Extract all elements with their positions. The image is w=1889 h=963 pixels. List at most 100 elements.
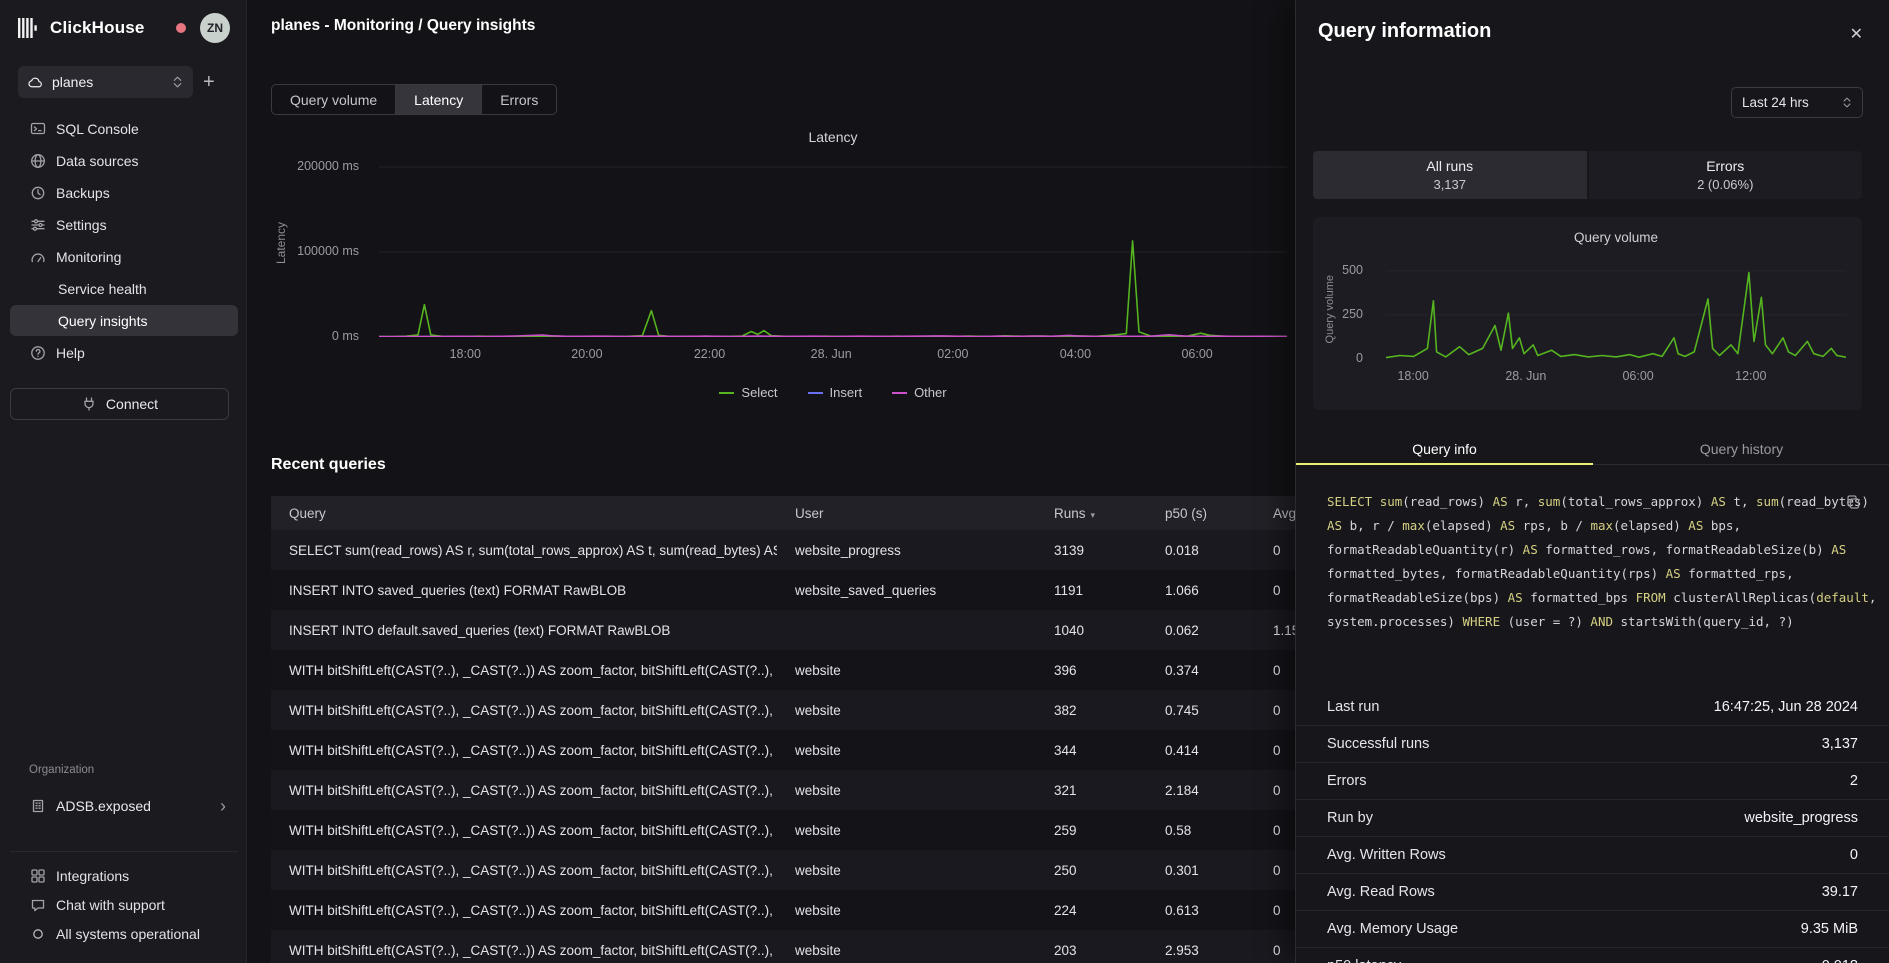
p50-cell: 0.062 xyxy=(1147,623,1255,638)
sidebar-item-service-health[interactable]: Service health xyxy=(10,273,238,304)
table-row[interactable]: WITH bitShiftLeft(CAST(?..), _CAST(?..))… xyxy=(271,770,1431,810)
x-tick: 06:00 xyxy=(1181,347,1212,361)
p50-cell: 0.301 xyxy=(1147,863,1255,878)
sort-desc-icon: ▾ xyxy=(1091,510,1096,520)
sidebar-item-system-status[interactable]: All systems operational xyxy=(10,919,238,948)
avatar[interactable]: ZN xyxy=(200,13,230,43)
sidebar-item-data-sources[interactable]: Data sources xyxy=(10,145,238,176)
table-row[interactable]: INSERT INTO saved_queries (text) FORMAT … xyxy=(271,570,1431,610)
table-row[interactable]: SELECT sum(read_rows) AS r, sum(total_ro… xyxy=(271,530,1431,570)
stat-toggle-group: All runs 3,137 Errors 2 (0.06%) xyxy=(1313,151,1862,199)
sidebar-item-sql-console[interactable]: SQL Console xyxy=(10,113,238,144)
tab-query-info[interactable]: Query info xyxy=(1296,434,1593,464)
latency-x-ticks: 18:0020:0022:0028. Jun02:0004:0006:00 xyxy=(379,347,1287,365)
query-cell: WITH bitShiftLeft(CAST(?..), _CAST(?..))… xyxy=(271,663,777,678)
query-volume-title: Query volume xyxy=(1386,230,1846,245)
sidebar-item-monitoring[interactable]: Monitoring xyxy=(10,241,238,272)
sidebar-item-integrations[interactable]: Integrations xyxy=(10,861,238,890)
copy-icon[interactable] xyxy=(1845,494,1861,510)
sidebar-footer: Integrations Chat with support All syste… xyxy=(10,861,238,948)
sql-line: AS b, r / max(elapsed) AS rps, b / max(e… xyxy=(1327,514,1857,538)
organization-name: ADSB.exposed xyxy=(56,798,151,814)
table-row[interactable]: WITH bitShiftLeft(CAST(?..), _CAST(?..))… xyxy=(271,810,1431,850)
sidebar-item-query-insights[interactable]: Query insights xyxy=(10,305,238,336)
time-range-select[interactable]: Last 24 hrs xyxy=(1731,87,1863,118)
tab-query-history[interactable]: Query history xyxy=(1593,434,1889,464)
detail-label: Avg. Memory Usage xyxy=(1327,921,1458,937)
organization-label: Organization xyxy=(29,764,94,776)
runs-cell: 382 xyxy=(1036,703,1147,718)
user-cell: website xyxy=(777,863,1036,878)
detail-row: p50 latency 0.018 xyxy=(1296,947,1889,963)
column-header-runs[interactable]: Runs▾ xyxy=(1036,506,1147,521)
table-row[interactable]: WITH bitShiftLeft(CAST(?..), _CAST(?..))… xyxy=(271,690,1431,730)
updown-chevrons-icon xyxy=(172,75,183,89)
tab-query-volume[interactable]: Query volume xyxy=(272,85,395,114)
detail-value: 9.35 MiB xyxy=(1801,921,1858,937)
p50-cell: 1.066 xyxy=(1147,583,1255,598)
sidebar-item-label: Chat with support xyxy=(56,897,165,913)
x-tick: 22:00 xyxy=(694,347,725,361)
runs-cell: 3139 xyxy=(1036,543,1147,558)
latency-y-ticks: 0 ms100000 ms200000 ms xyxy=(247,150,369,337)
p50-cell: 2.953 xyxy=(1147,943,1255,958)
service-selector[interactable]: planes xyxy=(18,66,193,98)
detail-row: Avg. Written Rows 0 xyxy=(1296,836,1889,873)
sidebar-item-backups[interactable]: Backups xyxy=(10,177,238,208)
user-cell: website xyxy=(777,823,1036,838)
column-header-query[interactable]: Query xyxy=(271,506,777,521)
runs-cell: 396 xyxy=(1036,663,1147,678)
sidebar-item-label: Settings xyxy=(56,217,107,233)
add-service-button[interactable]: + xyxy=(203,72,215,92)
detail-label: p50 latency xyxy=(1327,958,1401,963)
legend-item-other[interactable]: Other xyxy=(892,385,947,400)
tab-latency[interactable]: Latency xyxy=(395,85,481,114)
y-tick: 200000 ms xyxy=(297,159,359,173)
y-tick: 100000 ms xyxy=(297,244,359,258)
notification-dot xyxy=(176,23,186,33)
globe-icon xyxy=(30,153,46,169)
detail-label: Last run xyxy=(1327,699,1379,715)
sidebar-item-help[interactable]: Help xyxy=(10,337,238,368)
query-details-list: Last run 16:47:25, Jun 28 2024 Successfu… xyxy=(1296,688,1889,963)
sql-line: formatted_bytes, formatReadableQuantity(… xyxy=(1327,562,1857,586)
runs-cell: 224 xyxy=(1036,903,1147,918)
close-icon[interactable]: ✕ xyxy=(1850,24,1863,44)
sql-line: system.processes) WHERE (user = ?) AND s… xyxy=(1327,610,1857,634)
x-tick: 02:00 xyxy=(937,347,968,361)
detail-value: 2 xyxy=(1850,773,1858,789)
table-row[interactable]: INSERT INTO default.saved_queries (text)… xyxy=(271,610,1431,650)
latency-chart xyxy=(379,150,1287,337)
x-tick: 18:00 xyxy=(450,347,481,361)
chevron-right-icon: › xyxy=(220,797,226,815)
stat-value: 3,137 xyxy=(1433,177,1466,192)
table-row[interactable]: WITH bitShiftLeft(CAST(?..), _CAST(?..))… xyxy=(271,890,1431,930)
organization-row[interactable]: ADSB.exposed › xyxy=(10,790,238,821)
legend-item-select[interactable]: Select xyxy=(719,385,777,400)
connect-button[interactable]: Connect xyxy=(10,388,229,420)
stat-label: Errors xyxy=(1706,158,1744,174)
sql-line: formatReadableSize(bps) AS formatted_bps… xyxy=(1327,586,1857,610)
table-row[interactable]: WITH bitShiftLeft(CAST(?..), _CAST(?..))… xyxy=(271,850,1431,890)
detail-label: Run by xyxy=(1327,810,1373,826)
tab-errors[interactable]: Errors xyxy=(481,85,556,114)
table-row[interactable]: WITH bitShiftLeft(CAST(?..), _CAST(?..))… xyxy=(271,730,1431,770)
stat-errors[interactable]: Errors 2 (0.06%) xyxy=(1589,151,1863,199)
legend-item-insert[interactable]: Insert xyxy=(808,385,863,400)
sql-console-icon xyxy=(30,121,46,137)
table-row[interactable]: WITH bitShiftLeft(CAST(?..), _CAST(?..))… xyxy=(271,650,1431,690)
user-cell: website_progress xyxy=(777,543,1036,558)
runs-cell: 344 xyxy=(1036,743,1147,758)
table-row[interactable]: WITH bitShiftLeft(CAST(?..), _CAST(?..))… xyxy=(271,930,1431,963)
sidebar-item-settings[interactable]: Settings xyxy=(10,209,238,240)
column-header-p50[interactable]: p50 (s) xyxy=(1147,506,1255,521)
runs-cell: 259 xyxy=(1036,823,1147,838)
sidebar-item-label: Integrations xyxy=(56,868,129,884)
y-tick: 0 ms xyxy=(332,329,359,343)
sidebar-item-chat-support[interactable]: Chat with support xyxy=(10,890,238,919)
user-cell: website xyxy=(777,743,1036,758)
p50-cell: 2.184 xyxy=(1147,783,1255,798)
column-header-user[interactable]: User xyxy=(777,506,1036,521)
stat-all-runs[interactable]: All runs 3,137 xyxy=(1313,151,1587,199)
sidebar-nav: SQL Console Data sources Backups Setting… xyxy=(10,113,238,368)
